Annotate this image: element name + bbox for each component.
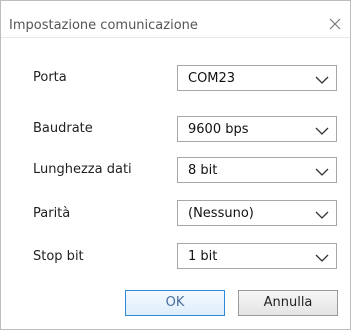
chevron-down-icon (315, 207, 329, 221)
chevron-down-icon (315, 164, 329, 178)
stop-bit-value: 1 bit (188, 249, 218, 264)
port-value: COM23 (188, 71, 236, 86)
window-title: Impostazione comunicazione (9, 18, 198, 33)
data-length-value: 8 bit (188, 163, 218, 178)
parity-value: (Nessuno) (188, 206, 254, 221)
baudrate-select[interactable]: 9600 bps (177, 116, 337, 142)
ok-button[interactable]: OK (125, 290, 225, 316)
port-label: Porta (33, 70, 67, 85)
baudrate-label: Baudrate (33, 121, 93, 136)
chevron-down-icon (315, 72, 329, 86)
port-select[interactable]: COM23 (177, 65, 337, 91)
chevron-down-icon (315, 250, 329, 264)
baudrate-value: 9600 bps (188, 122, 249, 137)
parity-label: Parità (33, 206, 71, 221)
data-length-select[interactable]: 8 bit (177, 157, 337, 183)
stop-bit-select[interactable]: 1 bit (177, 243, 337, 269)
communication-settings-dialog: Impostazione comunicazione Porta COM23 B… (0, 0, 351, 330)
stop-bit-label: Stop bit (33, 249, 84, 264)
cancel-button[interactable]: Annulla (238, 290, 338, 316)
data-length-label: Lunghezza dati (33, 162, 132, 177)
parity-select[interactable]: (Nessuno) (177, 200, 337, 226)
close-icon[interactable] (327, 16, 343, 32)
title-bar: Impostazione comunicazione (1, 1, 350, 38)
chevron-down-icon (315, 123, 329, 137)
